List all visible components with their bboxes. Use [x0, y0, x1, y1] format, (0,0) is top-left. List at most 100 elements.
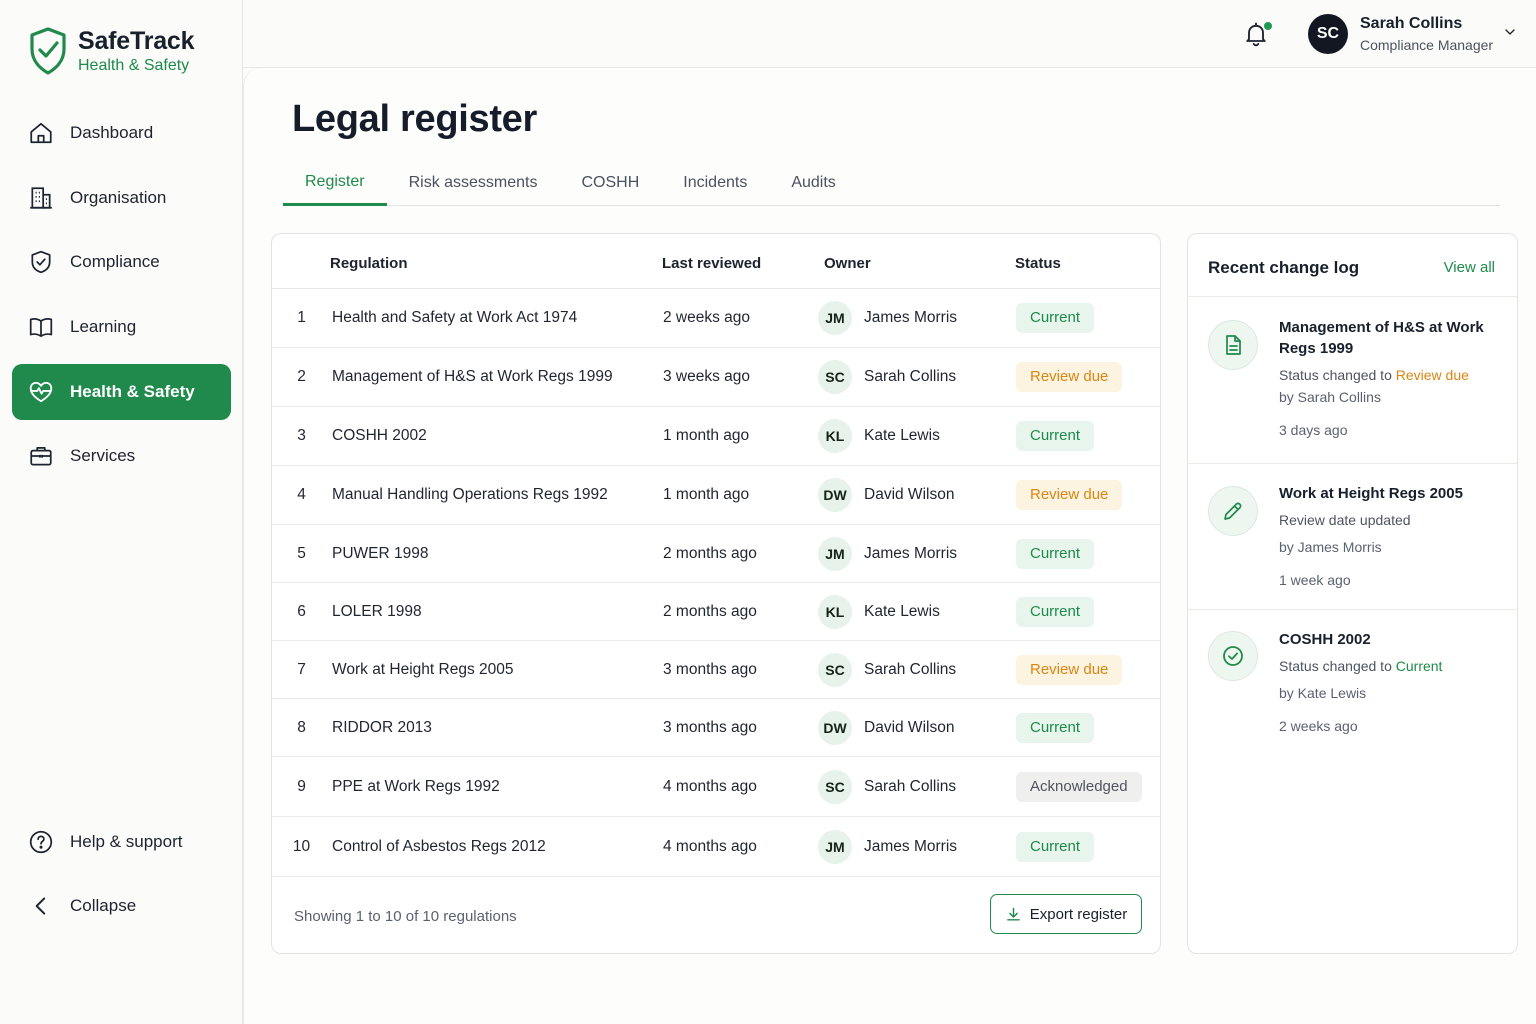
owner-avatar: SC	[818, 769, 852, 804]
sidebar-item-compliance[interactable]: Compliance	[12, 234, 231, 290]
table-row[interactable]: 1 Health and Safety at Work Act 1974 2 wee…	[272, 289, 1160, 348]
table-row[interactable]: 4 Manual Handling Operations Regs 1992 1 m…	[272, 466, 1160, 525]
status-cell: Review due	[1016, 654, 1123, 685]
regulation-name[interactable]: LOLER 1998	[332, 603, 422, 621]
status-badge[interactable]: Current	[1016, 538, 1095, 569]
table-row[interactable]: 5 PUWER 1998 2 months ago JM James Morris Cur…	[272, 525, 1160, 583]
row-number: 7	[297, 660, 306, 678]
last-reviewed: 3 months ago	[663, 660, 757, 678]
view-all-link[interactable]: View all	[1444, 259, 1495, 276]
sidebar-item-learning[interactable]: Learning	[12, 299, 231, 355]
regulation-name[interactable]: RIDDOR 2013	[332, 719, 432, 737]
document-icon	[1226, 335, 1241, 355]
header-regulation[interactable]: Regulation	[330, 255, 408, 272]
owner-avatar: JM	[818, 536, 852, 571]
regulation-name[interactable]: Control of Asbestos Regs 2012	[332, 838, 546, 856]
table-row[interactable]: 2 Management of H&S at Work Regs 1999 3 we…	[272, 348, 1160, 407]
regulation-name[interactable]: Manual Handling Operations Regs 1992	[332, 486, 608, 504]
tab-risk-assessments[interactable]: Risk assessments	[387, 160, 560, 206]
row-number: 5	[297, 544, 306, 562]
export-register-button[interactable]: Export register	[990, 894, 1142, 934]
table-row[interactable]: 7 Work at Height Regs 2005 3 months ago SC S…	[272, 641, 1160, 699]
brand-name: SafeTrack	[78, 27, 195, 55]
owner-name: Sarah Collins	[864, 660, 957, 678]
table-row[interactable]: 3 COSHH 2002 1 month ago KL Kate Lewis Curren…	[272, 407, 1160, 466]
row-number: 1	[297, 309, 306, 326]
owner-name: Sarah Collins	[864, 777, 957, 795]
sidebar-item-help[interactable]: Help & support	[12, 814, 231, 870]
table-row[interactable]: 6 LOLER 1998 2 months ago KL Kate Lewis Curre…	[272, 583, 1160, 641]
sidebar-item-dashboard[interactable]: Dashboard	[12, 105, 231, 161]
tab-incidents[interactable]: Incidents	[661, 160, 769, 206]
owner-name: James Morris	[864, 544, 958, 562]
row-number: 6	[297, 602, 306, 620]
sidebar-item-label: Compliance	[70, 252, 160, 272]
register-table: Regulation Last reviewed Owner Status 1 H…	[271, 233, 1161, 954]
regulation-name[interactable]: Health and Safety at Work Act 1974	[332, 309, 577, 327]
tab-coshh[interactable]: COSHH	[560, 160, 662, 206]
owner-avatar: KL	[818, 594, 852, 629]
log-item-description: Status changed to Current	[1279, 657, 1499, 675]
owner-name: James Morris	[864, 837, 958, 855]
status-badge[interactable]: Current	[1016, 596, 1095, 627]
log-item-description: Status changed to Review due	[1279, 366, 1499, 384]
tab-register[interactable]: Register	[283, 160, 387, 206]
regulation-name[interactable]: COSHH 2002	[332, 427, 427, 445]
status-badge[interactable]: Review due	[1016, 362, 1123, 392]
status-badge[interactable]: Current	[1016, 421, 1095, 451]
status-badge[interactable]: Current	[1016, 712, 1095, 743]
status-badge[interactable]: Acknowledged	[1016, 771, 1142, 802]
export-register-label: Export register	[1029, 905, 1128, 923]
sidebar-item-collapse[interactable]: Collapse	[12, 878, 231, 934]
owner: JM James Morris	[818, 301, 957, 335]
sidebar-item-health-safety[interactable]: Health & Safety	[12, 363, 231, 420]
row-number: 4	[297, 486, 306, 503]
owner-avatar: JM	[818, 829, 852, 864]
regulation-name[interactable]: Work at Height Regs 2005	[332, 661, 514, 679]
change-log-item[interactable]: COSHH 2002 Status changed to Current by …	[1188, 611, 1517, 757]
table-row[interactable]: 8 RIDDOR 2013 3 months ago DW David Wilson Cu…	[272, 699, 1160, 757]
sidebar-item-organisation[interactable]: Organisation	[12, 170, 231, 226]
sidebar-item-services[interactable]: Services	[12, 428, 231, 484]
table-row[interactable]: 10 Control of Asbestos Regs 2012 4 months …	[272, 817, 1160, 877]
header-last-reviewed[interactable]: Last reviewed	[662, 255, 761, 272]
pagination-summary: Showing 1 to 10 of 10 regulations	[294, 908, 517, 925]
top-bar: SC Sarah Collins Compliance Manager	[243, 0, 1536, 68]
status-cell: Review due	[1016, 480, 1123, 510]
heart-pulse-icon	[29, 381, 53, 402]
home-icon	[30, 122, 52, 144]
regulation-name[interactable]: PPE at Work Regs 1992	[332, 778, 500, 796]
chevron-down-icon[interactable]	[1502, 24, 1518, 40]
change-log-item[interactable]: Management of H&S at Work Regs 1999 Stat…	[1188, 298, 1517, 464]
status-badge[interactable]: Current	[1016, 303, 1095, 333]
log-icon-wrap	[1208, 320, 1258, 370]
status-badge[interactable]: Review due	[1016, 480, 1123, 510]
user-avatar[interactable]: SC	[1308, 14, 1348, 54]
owner-avatar: KL	[818, 419, 852, 453]
sidebar-item-label: Learning	[70, 317, 137, 337]
owner-name: Kate Lewis	[864, 427, 940, 444]
status-cell: Acknowledged	[1016, 771, 1142, 802]
brand[interactable]: SafeTrack Health & Safety	[28, 26, 195, 76]
header-status[interactable]: Status	[1015, 255, 1061, 272]
change-log-title: Recent change log	[1208, 258, 1360, 277]
owner: DW David Wilson	[818, 710, 954, 745]
user-name[interactable]: Sarah Collins	[1360, 15, 1462, 33]
table-row[interactable]: 9 PPE at Work Regs 1992 4 months ago SC Sara…	[272, 757, 1160, 817]
page-title: Legal register	[292, 98, 538, 140]
briefcase-icon	[30, 447, 52, 466]
last-reviewed: 2 weeks ago	[663, 309, 751, 326]
log-item-author: by Kate Lewis	[1279, 685, 1367, 701]
change-log-item[interactable]: Work at Height Regs 2005 Review date upd…	[1188, 464, 1517, 610]
table-header: Regulation Last reviewed Owner Status	[272, 234, 1160, 289]
regulation-name[interactable]: Management of H&S at Work Regs 1999	[332, 368, 613, 386]
owner-avatar: JM	[818, 301, 852, 335]
header-owner[interactable]: Owner	[824, 255, 871, 272]
status-badge[interactable]: Current	[1016, 831, 1095, 862]
last-reviewed: 2 months ago	[663, 544, 757, 562]
owner: DW David Wilson	[818, 478, 954, 512]
status-badge[interactable]: Review due	[1016, 654, 1123, 685]
owner-name: Sarah Collins	[864, 368, 957, 385]
tab-audits[interactable]: Audits	[769, 160, 857, 206]
regulation-name[interactable]: PUWER 1998	[332, 545, 428, 563]
